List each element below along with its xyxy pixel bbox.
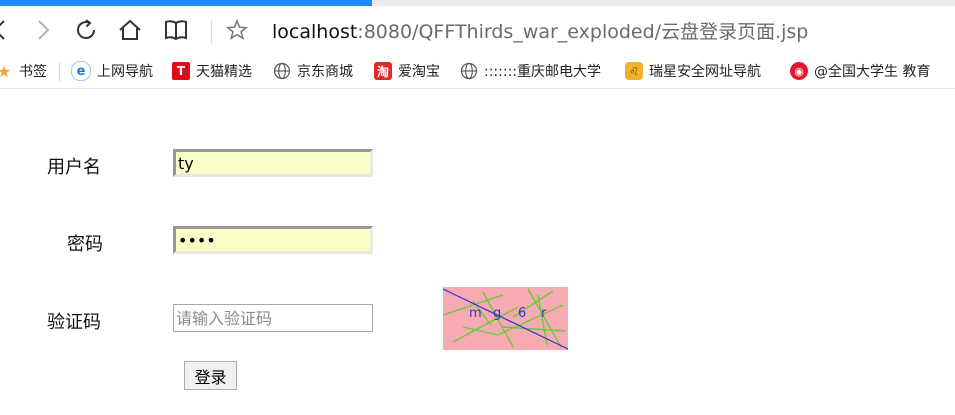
- bookmark-label: 爱淘宝: [398, 64, 440, 80]
- bookmark-label: :::::::重庆邮电大学: [484, 64, 602, 80]
- address-host: localhost: [272, 21, 358, 43]
- password-input[interactable]: [173, 226, 373, 254]
- username-input[interactable]: [173, 149, 373, 177]
- globe-icon: [273, 62, 291, 80]
- lion-icon: ♌: [625, 62, 643, 80]
- reload-icon[interactable]: [73, 16, 99, 44]
- bookmark-item[interactable]: 淘 爱淘宝: [374, 54, 440, 88]
- browser-toolbar: localhost:8080/QFFThirds_war_exploded/云盘…: [0, 6, 955, 54]
- captcha-label: 验证码: [47, 312, 101, 333]
- back-arrow-icon[interactable]: [0, 16, 14, 44]
- captcha-input[interactable]: [173, 304, 373, 332]
- username-label: 用户名: [47, 157, 101, 178]
- bookmark-item[interactable]: 京东商城: [273, 54, 353, 88]
- bookmark-item[interactable]: e 上网导航: [71, 54, 153, 88]
- password-label: 密码: [67, 234, 103, 255]
- weibo-icon: ◉: [790, 62, 808, 80]
- bookmark-folder[interactable]: ★ 书签: [0, 54, 47, 88]
- login-button[interactable]: 登录: [184, 361, 237, 390]
- taobao-icon: 淘: [374, 62, 392, 80]
- bookmark-label: 天猫精选: [196, 64, 252, 80]
- captcha-char: m: [469, 306, 482, 321]
- captcha-char: g: [493, 306, 501, 321]
- favorite-star-icon[interactable]: [224, 16, 250, 44]
- bookmark-item[interactable]: T 天猫精选: [172, 54, 252, 88]
- bookmark-label: 京东商城: [297, 64, 353, 80]
- globe-icon: [460, 62, 478, 80]
- captcha-image[interactable]: m g 6 r: [443, 287, 568, 350]
- reading-view-book-icon[interactable]: [163, 16, 189, 44]
- bookmark-label: 瑞星安全网址导航: [649, 64, 761, 80]
- star-icon: ★: [0, 61, 12, 81]
- address-path: :8080/QFFThirds_war_exploded/云盘登录页面.jsp: [357, 21, 809, 43]
- home-icon[interactable]: [117, 16, 143, 44]
- captcha-char: 6: [518, 306, 526, 321]
- bookmark-label: @全国大学生 教育: [814, 64, 931, 80]
- bookmark-label: 上网导航: [97, 64, 153, 80]
- captcha-char: r: [541, 306, 547, 321]
- bookmarks-bar: ★ 书签 e 上网导航 T 天猫精选 京东商城 淘 爱淘宝 :::::::重庆邮…: [0, 54, 955, 89]
- bookmark-item[interactable]: ◉ @全国大学生 教育: [790, 54, 930, 88]
- toolbar-divider: [211, 20, 212, 44]
- tmall-icon: T: [172, 62, 190, 80]
- address-bar[interactable]: localhost:8080/QFFThirds_war_exploded/云盘…: [272, 20, 808, 44]
- bookmark-item[interactable]: ♌ 瑞星安全网址导航: [625, 54, 761, 88]
- forward-arrow-icon[interactable]: [30, 16, 56, 44]
- bookmark-label: 书签: [19, 64, 47, 80]
- bookmark-item[interactable]: :::::::重庆邮电大学: [460, 54, 601, 88]
- bookmarks-divider: [59, 63, 60, 81]
- ie-e-icon: e: [71, 61, 91, 81]
